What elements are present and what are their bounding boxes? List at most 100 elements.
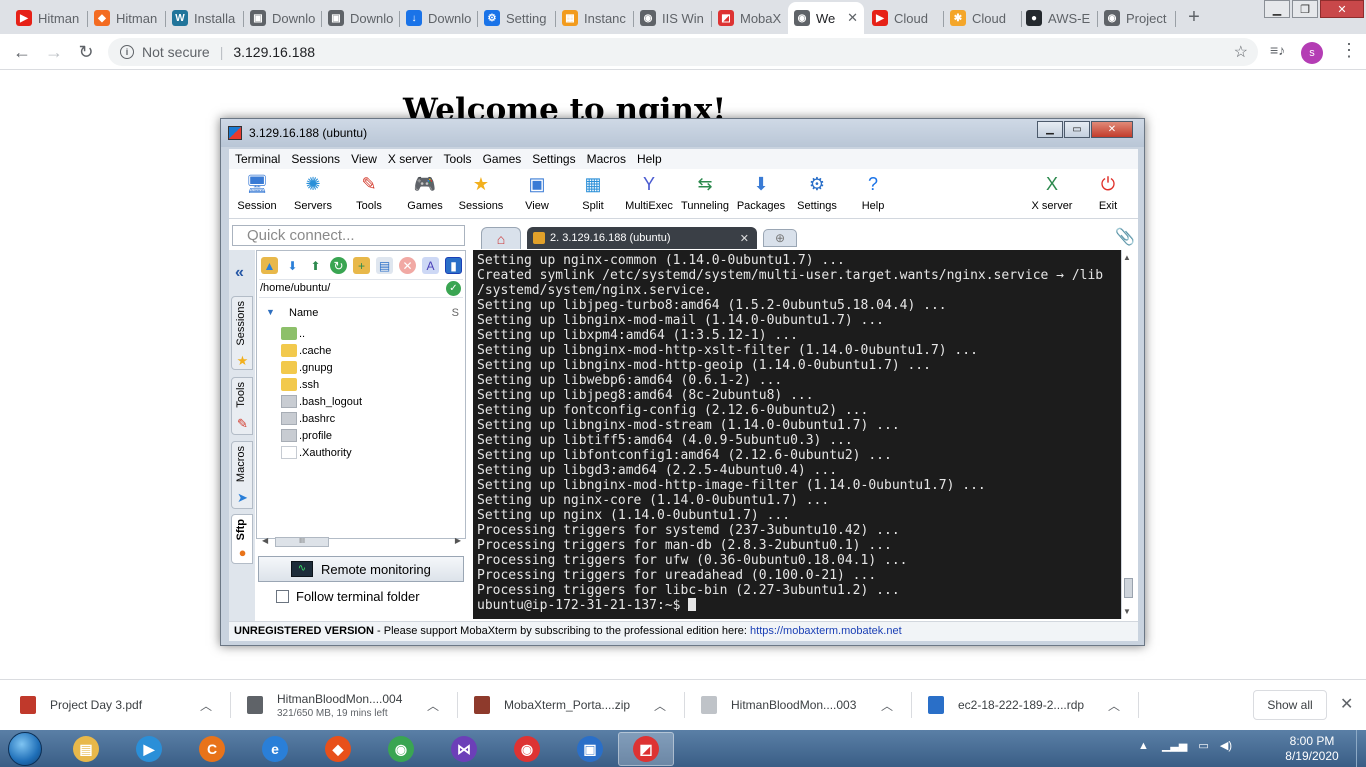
vtab-macros[interactable]: Macros ➤ xyxy=(231,441,253,509)
browser-tab[interactable]: ▶ Cloud xyxy=(866,4,944,32)
follow-terminal-folder-checkbox[interactable]: Follow terminal folder xyxy=(276,589,420,604)
checkbox[interactable] xyxy=(276,590,289,603)
parent-folder-icon[interactable]: ▲ xyxy=(261,257,278,274)
delete-icon[interactable]: ✕ xyxy=(399,257,416,274)
sftp-path-field[interactable]: /home/ubuntu/ ✓ xyxy=(259,279,463,298)
close-window-button[interactable]: ✕ xyxy=(1320,0,1364,18)
taskbar-app-explorer[interactable]: ▤ xyxy=(58,732,114,766)
terminal-output[interactable]: Setting up nginx-common (1.14.0-0ubuntu1… xyxy=(473,250,1121,619)
scroll-thumb[interactable]: III xyxy=(275,537,329,547)
ribbon-button[interactable]: Y MultiExec xyxy=(621,172,677,218)
vtab-tools[interactable]: Tools ✎ xyxy=(231,377,253,435)
info-icon[interactable]: i xyxy=(120,45,134,59)
browser-tab[interactable]: ● AWS-E xyxy=(1020,4,1098,32)
collapse-sidebar-icon[interactable]: « xyxy=(235,264,244,282)
browser-tab[interactable]: ▣ Downlo xyxy=(322,4,400,32)
menu-item[interactable]: Terminal xyxy=(235,152,280,166)
ribbon-button[interactable]: ⬇ Packages xyxy=(733,172,789,218)
download-icon[interactable]: ⬇ xyxy=(284,257,301,274)
close-tab-icon[interactable]: ✕ xyxy=(841,10,858,26)
chevron-up-icon[interactable]: ︿ xyxy=(1108,697,1120,714)
browser-tab[interactable]: ◉ We ✕ xyxy=(788,2,864,34)
chevron-up-icon[interactable]: ︿ xyxy=(200,697,212,714)
column-size[interactable]: S xyxy=(452,307,459,319)
close-tab-icon[interactable]: ✕ xyxy=(740,232,749,245)
ribbon-button[interactable]: ⇆ Tunneling xyxy=(677,172,733,218)
ribbon-button[interactable]: 🎮 Games xyxy=(397,172,453,218)
new-folder-icon[interactable]: + xyxy=(353,257,370,274)
menu-item[interactable]: Tools xyxy=(444,152,472,166)
show-desktop-button[interactable] xyxy=(1356,730,1366,767)
scroll-down-icon[interactable]: ▼ xyxy=(1123,607,1131,616)
browser-tab[interactable]: ↓ Downlo xyxy=(400,4,478,32)
media-control-icon[interactable]: ≡♪ xyxy=(1270,42,1285,58)
scroll-thumb[interactable] xyxy=(1124,578,1133,598)
browser-tab[interactable]: ◉ IIS Win xyxy=(634,4,712,32)
menu-item[interactable]: Macros xyxy=(587,152,626,166)
browser-tab[interactable]: ▣ Downlo xyxy=(244,4,322,32)
browser-tab[interactable]: W Installa xyxy=(166,4,244,32)
home-tab[interactable]: ⌂ xyxy=(481,227,521,249)
upload-icon[interactable]: ⬆ xyxy=(307,257,324,274)
file-row[interactable]: .gnupg xyxy=(281,359,461,376)
browser-tab[interactable]: ▶ Hitman xyxy=(10,4,88,32)
address-bar[interactable]: i Not secure | 3.129.16.188 ☆ xyxy=(108,38,1258,66)
scroll-up-icon[interactable]: ▲ xyxy=(1123,253,1131,262)
chevron-up-icon[interactable]: ︿ xyxy=(654,697,666,714)
bookmark-star-icon[interactable]: ☆ xyxy=(1234,42,1248,62)
quick-connect-input[interactable]: Quick connect... xyxy=(232,225,465,246)
terminal-prompt-line[interactable]: ubuntu@ip-172-31-21-137:~$ xyxy=(477,598,1121,613)
file-row[interactable]: .cache xyxy=(281,342,461,359)
column-name[interactable]: Name xyxy=(289,307,318,319)
new-tab-button[interactable]: + xyxy=(1180,5,1208,29)
maximize-button[interactable]: ❐ xyxy=(1292,0,1318,18)
reload-icon[interactable]: ↻ xyxy=(74,40,98,64)
minimize-button[interactable]: ▁ xyxy=(1264,0,1290,18)
taskbar-app-brave[interactable]: ◆ xyxy=(310,732,366,766)
back-icon[interactable]: ← xyxy=(10,40,34,64)
file-row[interactable]: .Xauthority xyxy=(281,444,461,461)
ribbon-button[interactable]: ? Help xyxy=(845,172,901,218)
taskbar-app-remote-desktop[interactable]: ▣ xyxy=(562,732,618,766)
tray-expand-icon[interactable]: ▲ xyxy=(1138,740,1149,752)
taskbar-app-media-player[interactable]: ▶ xyxy=(121,732,177,766)
ribbon-button[interactable]: ⏻ Exit xyxy=(1080,172,1136,218)
mobaxterm-titlebar[interactable]: 3.129.16.188 (ubuntu) ▁ ▭ ✕ xyxy=(221,119,1144,147)
browser-tab[interactable]: ◩ MobaX xyxy=(712,4,790,32)
taskbar-app-visual-studio[interactable]: ⋈ xyxy=(436,732,492,766)
vtab-sessions[interactable]: Sessions ★ xyxy=(231,296,253,370)
volume-icon[interactable]: ◀) xyxy=(1220,740,1232,752)
menu-item[interactable]: X server xyxy=(388,152,433,166)
menu-item[interactable]: View xyxy=(351,152,377,166)
browser-tab[interactable]: ▦ Instanc xyxy=(556,4,634,32)
ribbon-button[interactable]: ✺ Servers xyxy=(285,172,341,218)
session-tab[interactable]: 2. 3.129.16.188 (ubuntu) ✕ xyxy=(527,227,757,249)
download-item[interactable]: Project Day 3.pdf ︿ xyxy=(20,686,240,724)
url-text[interactable]: 3.129.16.188 xyxy=(233,44,315,60)
browser-tab[interactable]: ◉ Project xyxy=(1098,4,1176,32)
profile-avatar[interactable]: s xyxy=(1301,42,1323,64)
download-item[interactable]: MobaXterm_Porta....zip ︿ xyxy=(474,686,694,724)
menu-kebab-icon[interactable]: ⋮ xyxy=(1340,40,1358,61)
file-row[interactable]: .bashrc xyxy=(281,410,461,427)
clock[interactable]: 8:00 PM 8/19/2020 xyxy=(1282,734,1342,764)
new-session-tab-button[interactable]: ⊕ xyxy=(763,229,797,247)
menu-item[interactable]: Games xyxy=(483,152,522,166)
menu-item[interactable]: Settings xyxy=(532,152,575,166)
ribbon-button[interactable]: ▣ View xyxy=(509,172,565,218)
browser-tab[interactable]: ✱ Cloud xyxy=(944,4,1022,32)
scroll-right-icon[interactable]: ▶ xyxy=(455,536,461,545)
taskbar-app-chrome-profile[interactable]: ◉ xyxy=(499,732,555,766)
battery-icon[interactable]: ▭ xyxy=(1198,740,1208,752)
maximize-button[interactable]: ▭ xyxy=(1064,121,1090,138)
file-row[interactable]: .. xyxy=(281,325,461,342)
taskbar-app-ccleaner[interactable]: C xyxy=(184,732,240,766)
ribbon-button[interactable]: ★ Sessions xyxy=(453,172,509,218)
check-icon[interactable]: ✓ xyxy=(446,281,461,296)
sftp-horizontal-scrollbar[interactable]: ◀ III ▶ xyxy=(259,535,464,549)
file-row[interactable]: .bash_logout xyxy=(281,393,461,410)
forward-icon[interactable]: → xyxy=(42,40,66,64)
vtab-sftp[interactable]: Sftp ● xyxy=(231,514,253,564)
close-button[interactable]: ✕ xyxy=(1091,121,1133,138)
download-item[interactable]: HitmanBloodMon....004 321/650 MB, 19 mins… xyxy=(247,686,467,724)
